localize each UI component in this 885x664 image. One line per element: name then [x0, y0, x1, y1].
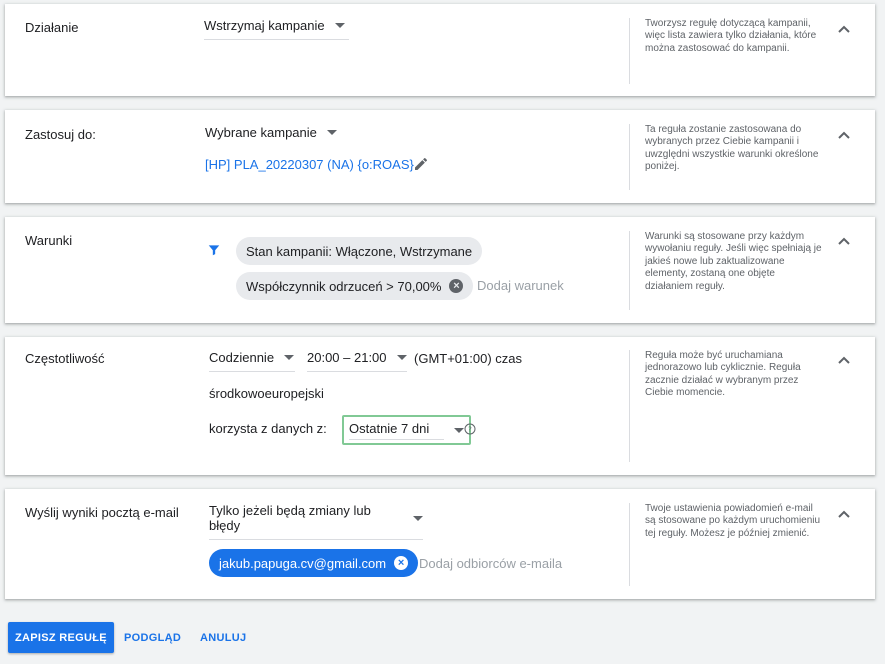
action-card: Działanie Wstrzymaj kampanie Tworzysz re…	[5, 4, 875, 96]
collapse-email-button[interactable]	[835, 505, 853, 523]
caret-down-icon	[326, 130, 337, 135]
apply-to-dropdown[interactable]: Wybrane kampanie	[205, 125, 337, 146]
email-label: Wyślij wyniki pocztą e-mail	[25, 505, 179, 520]
chevron-up-icon	[838, 25, 850, 33]
filter-icon	[208, 245, 220, 256]
time-dropdown[interactable]: 20:00 – 21:00	[307, 350, 407, 372]
caret-down-icon	[454, 427, 464, 433]
action-help: Tworzysz regułę dotyczącą kampanii, więc…	[629, 18, 825, 84]
svg-text:?: ?	[468, 426, 472, 434]
chevron-up-icon	[838, 131, 850, 139]
add-condition-input[interactable]: Dodaj warunek	[477, 278, 564, 293]
apply-to-dropdown-value: Wybrane kampanie	[205, 125, 317, 140]
data-range-dropdown[interactable]: Ostatnie 7 dni	[342, 415, 471, 445]
apply-to-label: Zastosuj do:	[25, 127, 96, 142]
conditions-label: Warunki	[25, 233, 73, 248]
frequency-dropdown[interactable]: Codziennie	[209, 350, 295, 372]
cancel-button[interactable]: ANULUJ	[200, 622, 246, 653]
preview-button[interactable]: PODGLĄD	[124, 622, 181, 653]
apply-to-card: Zastosuj do: Wybrane kampanie [HP] PLA_2…	[5, 110, 875, 203]
chevron-up-icon	[838, 237, 850, 245]
data-range-label: korzysta z danych z:	[209, 421, 327, 436]
conditions-card: Warunki Stan kampanii: Włączone, Wstrzym…	[5, 217, 875, 323]
email-dropdown[interactable]: Tylko jeżeli będą zmiany lub błędy	[209, 503, 423, 540]
frequency-card: Częstotliwość Codziennie 20:00 – 21:00 (…	[5, 337, 875, 475]
caret-down-icon	[396, 355, 407, 360]
condition-chip-label: Współczynnik odrzuceń > 70,00%	[246, 278, 442, 294]
action-dropdown-value: Wstrzymaj kampanie	[204, 18, 325, 33]
recipient-chip[interactable]: jakub.papuga.cv@gmail.com ×	[209, 549, 419, 577]
collapse-frequency-button[interactable]	[835, 351, 853, 369]
email-help: Twoje ustawienia powiadomień e-mail są s…	[629, 503, 825, 586]
caret-down-icon	[413, 515, 423, 521]
remove-chip-icon[interactable]: ×	[449, 279, 464, 293]
condition-chip-bounce-rate[interactable]: Współczynnik odrzuceń > 70,00% ×	[236, 272, 474, 300]
condition-chip-label: Stan kampanii: Włączone, Wstrzymane	[246, 243, 473, 259]
conditions-help: Warunki są stosowane przy każdym wywołan…	[629, 231, 825, 310]
chevron-up-icon	[838, 356, 850, 364]
apply-to-help: Ta reguła zostanie zastosowana do wybran…	[629, 124, 825, 190]
chevron-up-icon	[838, 510, 850, 518]
email-dropdown-value: Tylko jeżeli będą zmiany lub błędy	[209, 503, 371, 533]
pencil-icon[interactable]	[413, 156, 429, 172]
timezone-text: (GMT+01:00) czas	[414, 351, 523, 366]
selected-campaign-link[interactable]: [HP] PLA_20220307 (NA) {o:ROAS}	[205, 157, 414, 172]
add-recipient-input[interactable]: Dodaj odbiorców e-maila	[419, 556, 562, 571]
caret-down-icon	[334, 23, 345, 28]
collapse-conditions-button[interactable]	[835, 232, 853, 250]
frequency-help: Reguła może być uruchamiana jednorazowo …	[629, 350, 825, 462]
save-rule-button[interactable]: ZAPISZ REGUŁĘ	[8, 622, 114, 653]
caret-down-icon	[284, 355, 295, 360]
collapse-action-button[interactable]	[835, 20, 853, 38]
remove-chip-icon[interactable]: ×	[394, 556, 409, 570]
collapse-apply-to-button[interactable]	[835, 126, 853, 144]
frequency-label: Częstotliwość	[25, 351, 105, 366]
timezone-text-continued: środkowoeuropejski	[209, 386, 324, 401]
frequency-dropdown-value: Codziennie	[209, 350, 275, 365]
help-icon[interactable]: ?	[464, 423, 476, 435]
condition-chip-status[interactable]: Stan kampanii: Włączone, Wstrzymane	[236, 237, 483, 265]
recipient-email: jakub.papuga.cv@gmail.com	[219, 555, 387, 571]
action-dropdown[interactable]: Wstrzymaj kampanie	[204, 18, 349, 40]
data-range-value: Ostatnie 7 dni	[349, 421, 444, 440]
email-card: Wyślij wyniki pocztą e-mail Tylko jeżeli…	[5, 489, 875, 599]
time-dropdown-value: 20:00 – 21:00	[307, 350, 387, 365]
action-label: Działanie	[25, 20, 79, 35]
